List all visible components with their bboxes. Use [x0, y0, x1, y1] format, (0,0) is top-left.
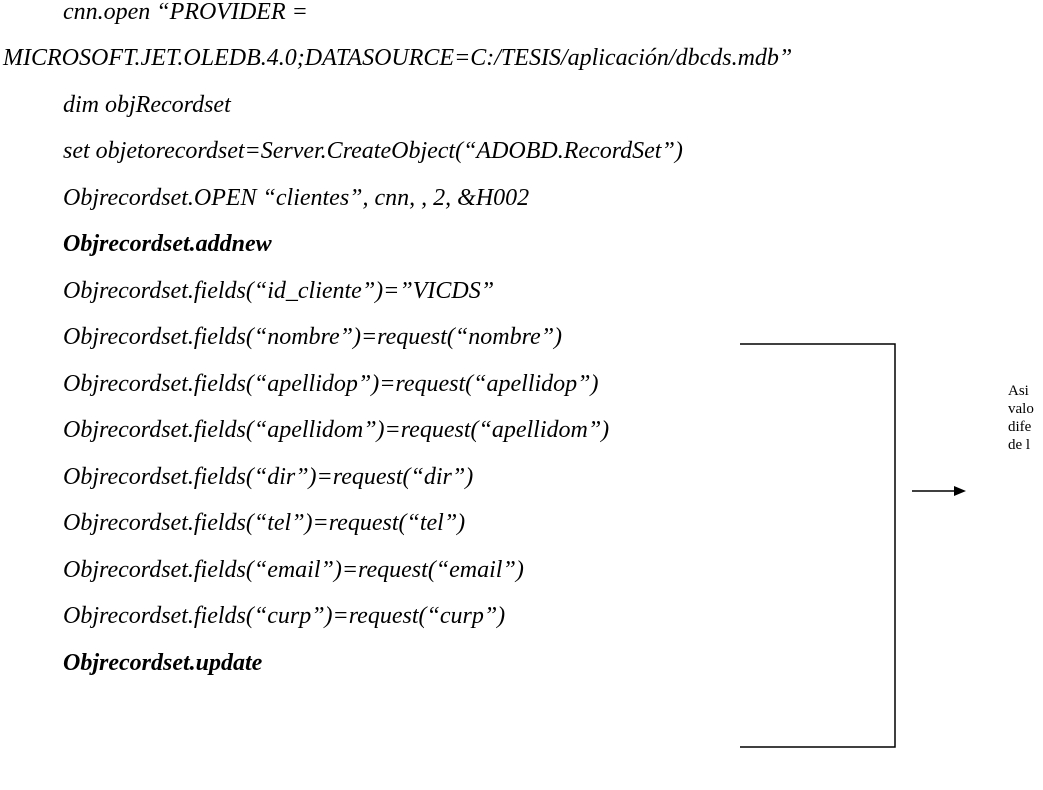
bracket-line: [740, 343, 896, 748]
bracket-and-arrow: [740, 343, 966, 748]
annotation-text: Asi valo dife de l: [1008, 382, 1034, 454]
annotation-line: de l: [1008, 437, 1031, 453]
annotation-line: dife: [1008, 419, 1032, 435]
annotation-line: valo: [1008, 401, 1034, 417]
annotation-line: Asi: [1008, 383, 1029, 399]
arrow-head-icon: [954, 486, 966, 496]
